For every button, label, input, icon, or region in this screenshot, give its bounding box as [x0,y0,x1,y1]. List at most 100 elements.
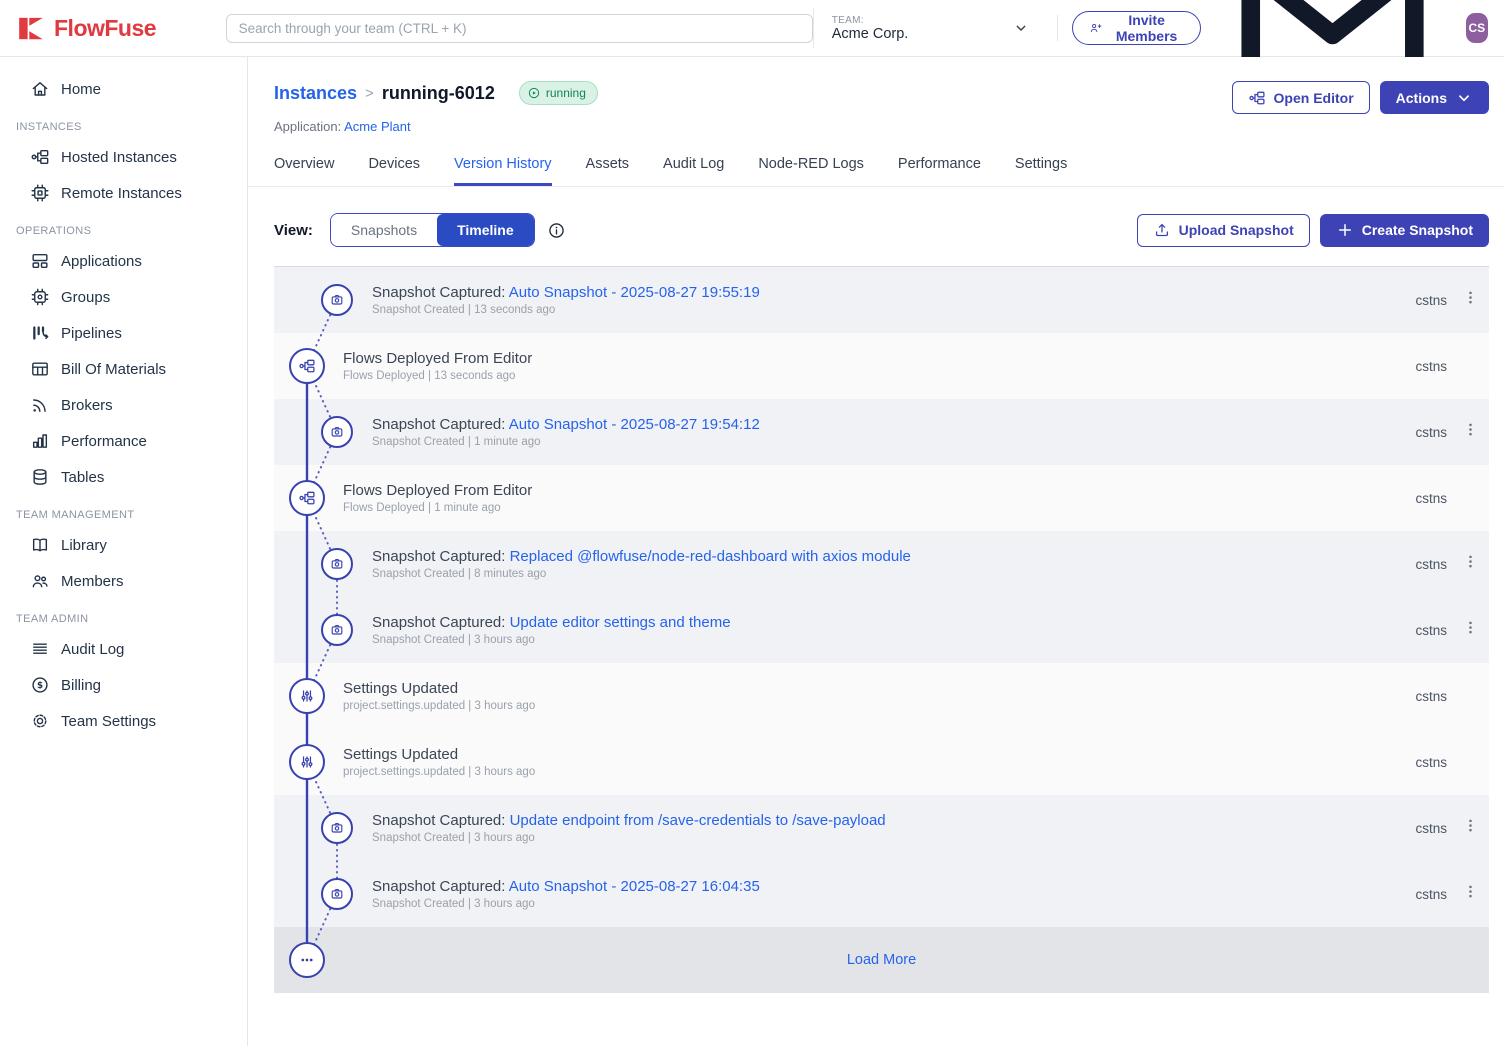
load-more-link[interactable]: Load More [847,952,916,968]
sidebar-item-home[interactable]: Home [0,71,247,107]
billing-icon: $ [30,675,50,695]
application-link[interactable]: Acme Plant [344,119,410,134]
event-title: Flows Deployed From Editor [343,350,532,367]
tab-version-history[interactable]: Version History [454,156,552,186]
bill-of-materials-icon [30,359,50,379]
tab-overview[interactable]: Overview [274,156,334,186]
event-user: cstns [1415,821,1447,836]
tab-node-red-logs[interactable]: Node-RED Logs [758,156,864,186]
kebab-menu-icon[interactable] [1462,883,1479,905]
sidebar-item-label: Audit Log [61,641,124,658]
invite-members-button[interactable]: Invite Members [1072,11,1201,45]
sidebar-item-hosted-instances[interactable]: Hosted Instances [0,139,247,175]
sidebar-item-applications[interactable]: Applications [0,243,247,279]
event-user: cstns [1415,359,1447,374]
sidebar-item-library[interactable]: Library [0,527,247,563]
sidebar-item-bill-of-materials[interactable]: Bill Of Materials [0,351,247,387]
create-snapshot-button[interactable]: Create Snapshot [1320,214,1489,247]
snapshot-link[interactable]: Auto Snapshot - 2025-08-27 16:04:35 [509,878,760,895]
sidebar-item-label: Remote Instances [61,185,182,202]
timeline-node [289,744,325,780]
sidebar-section-header: TEAM MANAGEMENT [0,495,247,527]
tab-devices[interactable]: Devices [368,156,420,186]
event-meta: project.settings.updated | 3 hours ago [343,766,535,778]
event-meta: Snapshot Created | 3 hours ago [372,898,760,910]
view-toggle-snapshots[interactable]: Snapshots [331,214,437,246]
snapshot-link[interactable]: Update editor settings and theme [510,614,731,631]
sidebar-item-performance[interactable]: Performance [0,423,247,459]
timeline-list: Snapshot Captured: Auto Snapshot - 2025-… [274,266,1489,993]
sidebar-item-tables[interactable]: Tables [0,459,247,495]
info-icon[interactable] [547,221,566,240]
tab-performance[interactable]: Performance [898,156,981,186]
tab-assets[interactable]: Assets [586,156,630,186]
snapshot-link[interactable]: Replaced @flowfuse/node-red-dashboard wi… [510,548,911,565]
actions-button[interactable]: Actions [1380,81,1489,114]
timeline-node [321,614,353,646]
team-label: TEAM: [832,15,909,26]
header-actions: Open Editor Actions [1232,81,1489,114]
chevron-down-icon [1455,89,1473,107]
snapshot-link[interactable]: Auto Snapshot - 2025-08-27 19:54:12 [509,416,760,433]
remote-instances-icon [30,183,50,203]
event-title: Flows Deployed From Editor [343,482,532,499]
tab-audit-log[interactable]: Audit Log [663,156,724,186]
event-meta: Flows Deployed | 13 seconds ago [343,370,532,382]
event-title: Snapshot Captured: Update editor setting… [372,614,731,631]
search-input[interactable] [226,14,813,43]
sidebar-item-billing[interactable]: $ Billing [0,667,247,703]
sidebar-item-members[interactable]: Members [0,563,247,599]
snapshot-link[interactable]: Auto Snapshot - 2025-08-27 19:55:19 [509,284,760,301]
kebab-menu-icon[interactable] [1462,421,1479,443]
event-meta: Snapshot Created | 3 hours ago [372,634,731,646]
sidebar-item-label: Performance [61,433,147,450]
open-editor-button[interactable]: Open Editor [1232,81,1370,114]
camera-icon [329,622,345,638]
kebab-menu-icon[interactable] [1462,289,1479,311]
tab-settings[interactable]: Settings [1015,156,1067,186]
sidebar: HomeINSTANCESHosted InstancesRemote Inst… [0,57,248,1046]
sidebar-item-label: Members [61,573,124,590]
user-avatar[interactable]: CS [1466,13,1488,43]
camera-icon [329,292,345,308]
event-user: cstns [1415,689,1447,704]
view-toggle-timeline[interactable]: Timeline [437,214,534,246]
kebab-menu-icon[interactable] [1462,619,1479,641]
event-title: Snapshot Captured: Auto Snapshot - 2025-… [372,284,760,301]
event-meta: project.settings.updated | 3 hours ago [343,700,535,712]
sliders-icon [298,753,316,771]
event-meta: Snapshot Created | 1 minute ago [372,436,760,448]
brand-logo[interactable]: FlowFuse [16,15,214,42]
kebab-menu-icon[interactable] [1462,553,1479,575]
groups-icon [30,287,50,307]
view-label: View: [274,222,313,239]
timeline-node [321,878,353,910]
main-content: Instances > running-6012 running Open Ed… [248,57,1504,1046]
load-more-row: Load More [274,927,1489,993]
sidebar-item-audit-log[interactable]: Audit Log [0,631,247,667]
camera-icon [329,556,345,572]
sidebar-item-team-settings[interactable]: Team Settings [0,703,247,739]
plus-icon [1336,221,1354,239]
breadcrumb-instances-link[interactable]: Instances [274,83,357,104]
snapshot-link[interactable]: Update endpoint from /save-credentials t… [510,812,886,829]
sidebar-section-header: OPERATIONS [0,211,247,243]
timeline-node [289,480,325,516]
event-user: cstns [1415,425,1447,440]
timeline-row: Flows Deployed From EditorFlows Deployed… [274,465,1489,531]
upload-snapshot-button[interactable]: Upload Snapshot [1137,214,1310,247]
sidebar-item-brokers[interactable]: Brokers [0,387,247,423]
editor-icon [1248,89,1266,107]
timeline-node [321,812,353,844]
timeline-row: Snapshot Captured: Update editor setting… [274,597,1489,663]
svg-text:$: $ [37,681,43,691]
sidebar-item-pipelines[interactable]: Pipelines [0,315,247,351]
sidebar-item-groups[interactable]: Groups [0,279,247,315]
play-icon [527,86,541,100]
sidebar-item-label: Billing [61,677,101,694]
team-selector[interactable]: TEAM: Acme Corp. [813,8,1043,48]
kebab-menu-icon[interactable] [1462,817,1479,839]
sidebar-item-remote-instances[interactable]: Remote Instances [0,175,247,211]
tab-bar: Overview Devices Version History Assets Audi… [248,134,1504,187]
timeline-row: Settings Updatedproject.settings.updated… [274,729,1489,795]
